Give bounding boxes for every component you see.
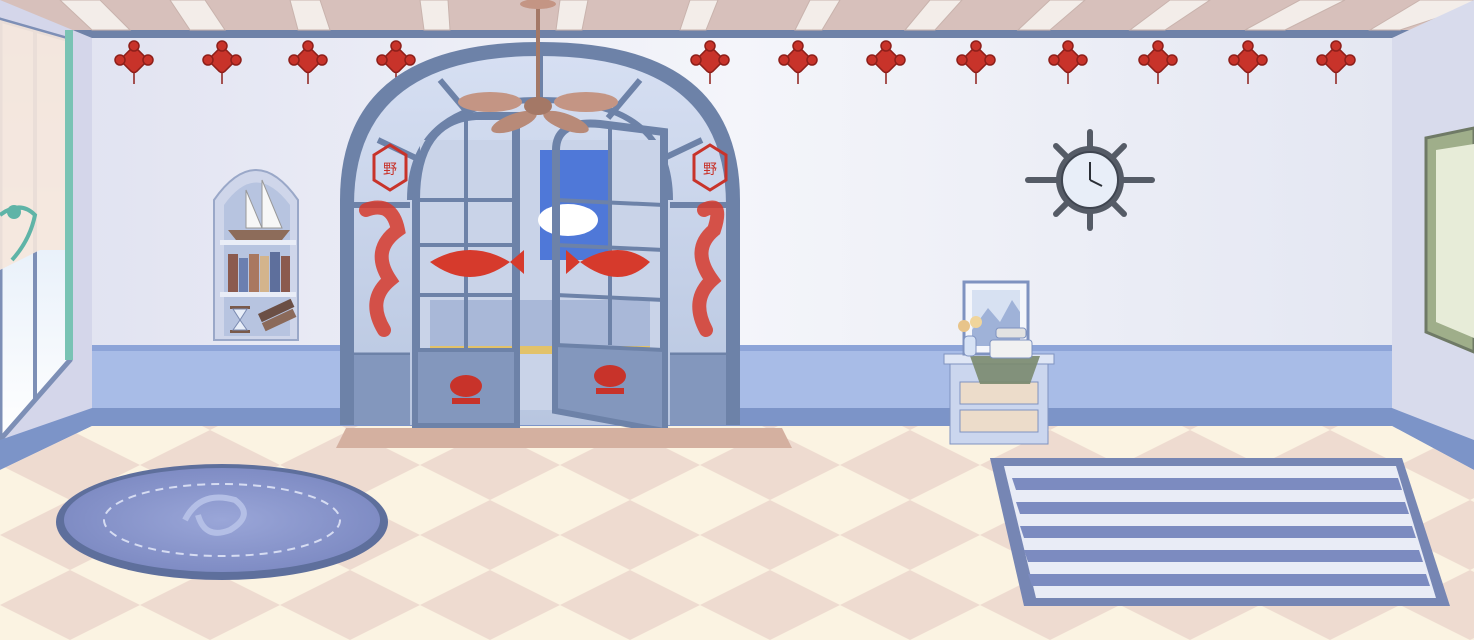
room-scene-svg: 野 野	[0, 0, 1474, 640]
wall-niche-bookshelf	[213, 169, 299, 341]
room-scene: 野 野	[0, 0, 1474, 640]
papercut-char: 野	[703, 162, 717, 178]
wainscot	[92, 345, 1392, 415]
right-wall-painting	[1424, 126, 1474, 354]
chair-rail	[92, 345, 1392, 351]
striped-rug	[990, 458, 1450, 606]
lantern-decal-icon	[594, 365, 626, 394]
papercut-char: 野	[383, 162, 397, 178]
ceiling	[0, 0, 1474, 38]
doormat	[336, 428, 792, 448]
round-rug	[56, 464, 388, 580]
baseboard	[92, 408, 1392, 426]
telephone-icon	[989, 327, 1033, 359]
lantern-decal-icon	[450, 375, 482, 404]
